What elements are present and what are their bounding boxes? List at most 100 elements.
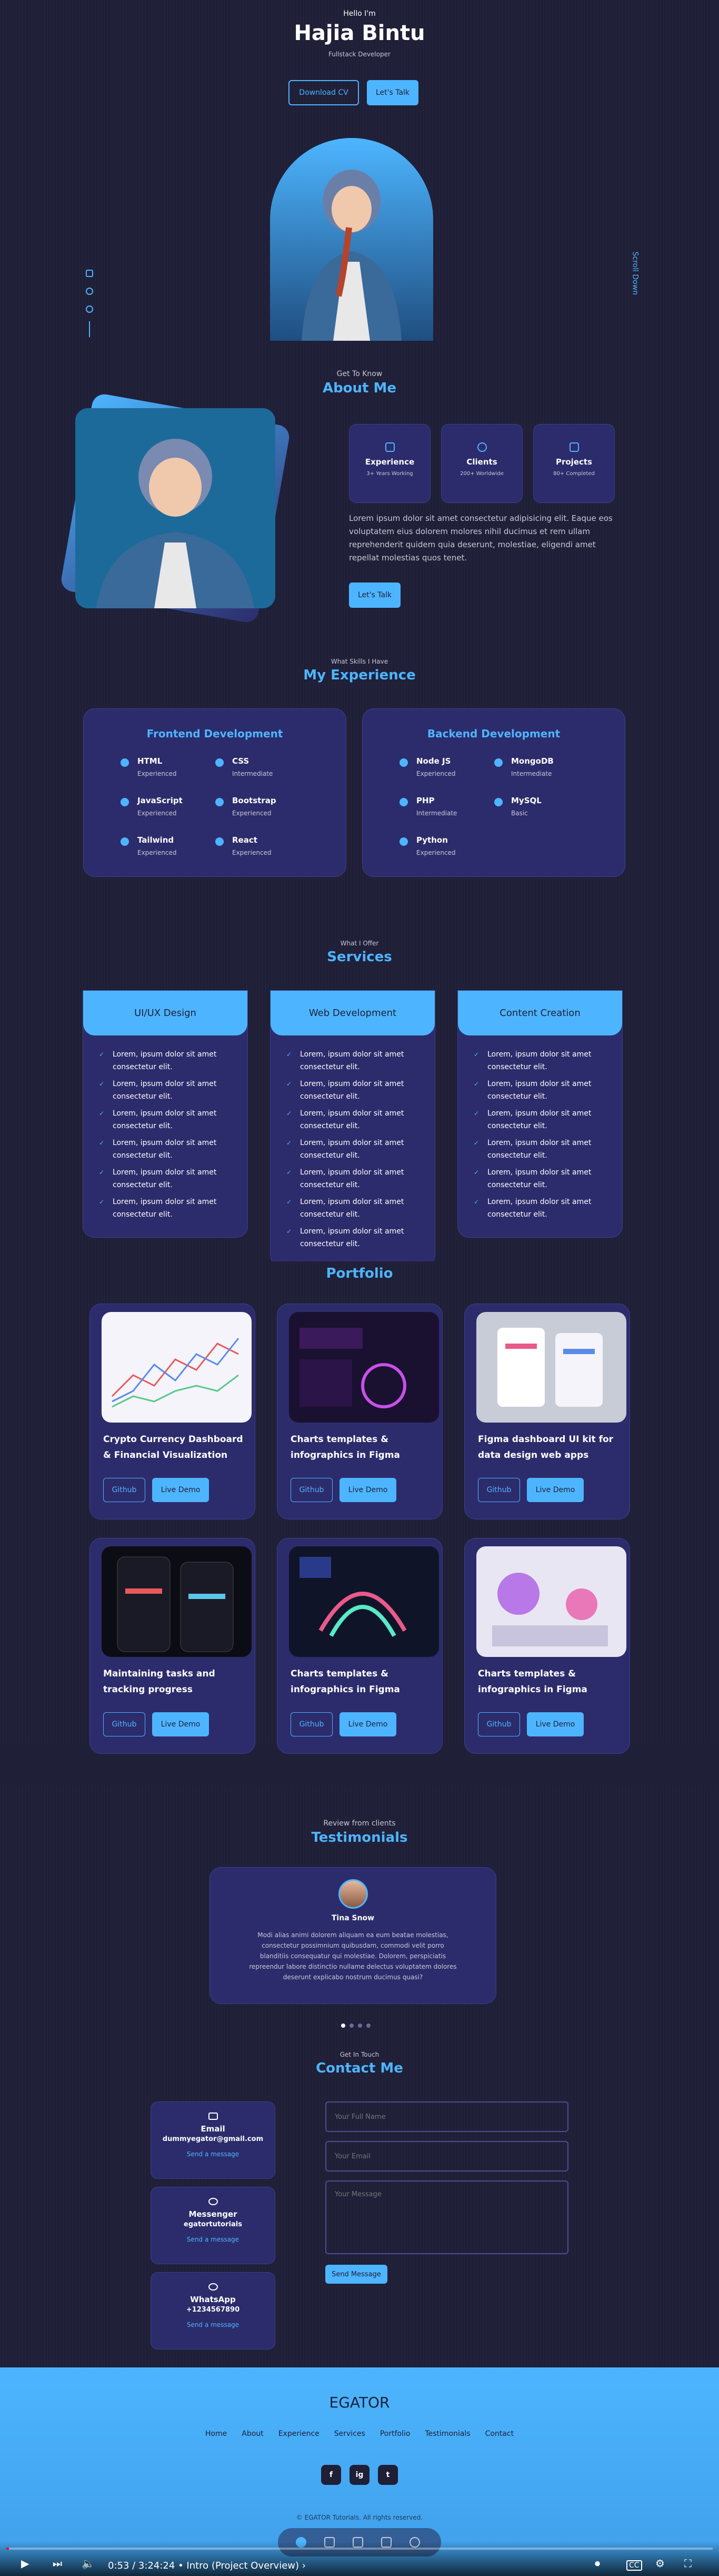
seek-progress xyxy=(6,2548,9,2550)
about-card-title: Clients xyxy=(466,457,497,467)
footer-link-home[interactable]: Home xyxy=(205,2430,227,2438)
contact-card-value: dummyegator@gmail.com xyxy=(162,2135,264,2143)
full-name-input[interactable] xyxy=(325,2101,568,2132)
about-card-clients: Clients 200+ Worldwide xyxy=(441,424,523,503)
users-icon xyxy=(477,442,487,452)
facebook-icon[interactable]: f xyxy=(321,2465,341,2485)
github-button[interactable]: Github xyxy=(103,1712,145,1736)
service-card-content: Content Creation ✓ Lorem, ipsum dolor sit… xyxy=(457,990,623,1238)
contact-card-messenger: Messenger egatortutorials Send a message xyxy=(151,2187,275,2264)
project-thumbnail xyxy=(289,1546,439,1657)
play-icon[interactable]: ▶ xyxy=(21,2557,29,2570)
captions-icon[interactable]: CC xyxy=(626,2560,642,2571)
about-card-sub: 200+ Worldwide xyxy=(460,471,504,477)
github-button[interactable]: Github xyxy=(478,1478,520,1502)
footer-nav: Home About Experience Services Portfolio… xyxy=(0,2430,719,2438)
service-item: ✓ Lorem, ipsum dolor sit amet consectetur… xyxy=(286,1166,419,1191)
live-demo-button[interactable]: Live Demo xyxy=(339,1712,396,1736)
award-icon xyxy=(385,442,395,452)
check-icon: ✓ xyxy=(99,1139,105,1147)
carousel-dot[interactable] xyxy=(366,2024,371,2028)
service-item: ✓ Lorem, ipsum dolor sit amet consectetur… xyxy=(474,1166,606,1191)
linkedin-icon[interactable] xyxy=(86,270,93,277)
fullscreen-icon[interactable]: ⛶ xyxy=(684,2557,692,2570)
skill-level: Experienced xyxy=(416,770,456,777)
hero-portrait xyxy=(270,138,433,341)
live-demo-button[interactable]: Live Demo xyxy=(152,1478,209,1502)
check-icon: ✓ xyxy=(99,1110,105,1117)
check-icon: ✓ xyxy=(99,1169,105,1176)
skill-name: JavaScript xyxy=(137,796,183,805)
service-card-title: UI/UX Design xyxy=(83,991,247,1035)
send-message-button[interactable]: Send Message xyxy=(325,2265,387,2284)
send-message-link[interactable]: Send a message xyxy=(151,2321,275,2328)
live-demo-button[interactable]: Live Demo xyxy=(527,1478,584,1502)
skill-check-icon xyxy=(121,758,129,767)
service-item: ✓ Lorem, ipsum dolor sit amet consectetur… xyxy=(286,1107,419,1132)
check-icon: ✓ xyxy=(99,1080,105,1088)
skill-check-icon xyxy=(121,798,129,806)
instagram-icon[interactable]: ig xyxy=(349,2465,370,2485)
skill-level: Experienced xyxy=(137,810,177,817)
skill-name: Node JS xyxy=(416,756,451,766)
footer-logo[interactable]: EGATOR xyxy=(0,2394,719,2411)
carousel-dot[interactable] xyxy=(358,2024,362,2028)
download-cv-button[interactable]: Download CV xyxy=(288,80,359,105)
portfolio-card: Crypto Currency Dashboard & Financial Vi… xyxy=(89,1304,255,1519)
scroll-down-link[interactable]: Scroll Down xyxy=(631,252,639,295)
skill-level: Experienced xyxy=(232,810,272,817)
services-section: What I Offer Services UI/UX Design ✓ Lore… xyxy=(0,937,719,1267)
contact-section: Get In Touch Contact Me Email dummyegato… xyxy=(0,2049,719,2367)
portfolio-card: Charts templates & infographics in Figma… xyxy=(277,1304,443,1519)
volume-icon[interactable]: 🔈 xyxy=(82,2557,95,2570)
contact-card-title: Email xyxy=(201,2124,225,2134)
skill-check-icon xyxy=(494,758,503,767)
about-subtitle: Get To Know xyxy=(336,370,383,378)
twitter-icon[interactable]: t xyxy=(378,2465,398,2485)
carousel-dot-active[interactable] xyxy=(341,2024,345,2028)
message-textarea[interactable] xyxy=(325,2180,568,2254)
github-button[interactable]: Github xyxy=(291,1478,333,1502)
footer-link-portfolio[interactable]: Portfolio xyxy=(380,2430,411,2438)
footer-link-testimonials[interactable]: Testimonials xyxy=(425,2430,470,2438)
footer-link-about[interactable]: About xyxy=(242,2430,263,2438)
send-message-link[interactable]: Send a message xyxy=(151,2150,275,2158)
live-demo-button[interactable]: Live Demo xyxy=(527,1712,584,1736)
next-icon[interactable]: ⏭ xyxy=(53,2557,62,2570)
skill-name: MySQL xyxy=(511,796,542,805)
experience-title: My Experience xyxy=(303,667,416,683)
project-thumbnail xyxy=(102,1312,252,1423)
project-title: Charts templates & infographics in Figma xyxy=(291,1669,400,1695)
github-icon[interactable] xyxy=(86,288,93,295)
about-card-title: Experience xyxy=(365,457,415,467)
live-demo-button[interactable]: Live Demo xyxy=(152,1712,209,1736)
autoplay-toggle[interactable]: ⏺ xyxy=(595,2557,600,2570)
check-icon: ✓ xyxy=(286,1080,292,1088)
chapter-label[interactable]: • Intro (Project Overview) › xyxy=(178,2560,306,2571)
send-message-link[interactable]: Send a message xyxy=(151,2236,275,2243)
live-demo-button[interactable]: Live Demo xyxy=(339,1478,396,1502)
contact-card-value: +1234567890 xyxy=(186,2306,240,2314)
about-portrait xyxy=(75,408,275,608)
dribbble-icon[interactable] xyxy=(86,305,93,313)
carousel-dot[interactable] xyxy=(349,2024,354,2028)
project-thumbnail xyxy=(102,1546,252,1657)
skill-level: Intermediate xyxy=(511,770,552,777)
github-button[interactable]: Github xyxy=(103,1478,145,1502)
messenger-icon xyxy=(208,2198,218,2205)
check-icon: ✓ xyxy=(474,1110,480,1117)
footer-link-experience[interactable]: Experience xyxy=(278,2430,319,2438)
portfolio-card: Maintaining tasks and tracking progress … xyxy=(89,1538,255,1754)
seek-bar[interactable] xyxy=(6,2548,713,2550)
github-button[interactable]: Github xyxy=(478,1712,520,1736)
about-lets-talk-button[interactable]: Let's Talk xyxy=(349,583,401,608)
github-button[interactable]: Github xyxy=(291,1712,333,1736)
settings-icon[interactable]: ⚙ xyxy=(655,2557,665,2570)
lets-talk-button[interactable]: Let's Talk xyxy=(367,80,418,105)
footer-link-services[interactable]: Services xyxy=(334,2430,365,2438)
skill-level: Experienced xyxy=(137,849,177,856)
footer-link-contact[interactable]: Contact xyxy=(485,2430,514,2438)
about-section: Get To Know About Me Experience 3+ Years… xyxy=(0,342,719,650)
portfolio-card: Figma dashboard UI kit for data design w… xyxy=(464,1304,630,1519)
email-input[interactable] xyxy=(325,2141,568,2172)
